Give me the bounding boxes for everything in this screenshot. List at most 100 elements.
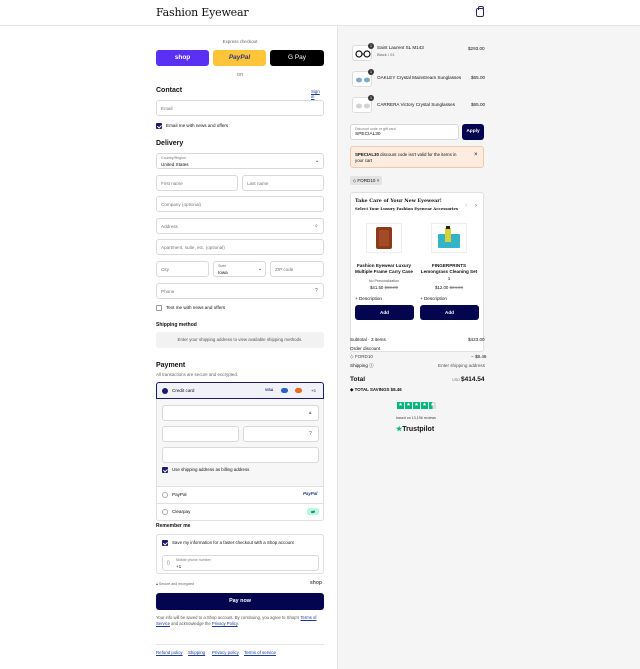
total-value: $414.54 [461, 376, 485, 383]
cart-item-name: Saint Laurent SL M143 [377, 45, 424, 50]
payment-heading: Payment [156, 362, 186, 369]
more-cards-badge: +3 [311, 388, 316, 393]
shop-pay-button[interactable]: shop [156, 50, 209, 66]
cart-item-price: $293.00 [468, 46, 485, 51]
cart-item-price: $65.00 [471, 102, 486, 107]
leather-case-icon [376, 227, 392, 249]
help-icon: ? [315, 288, 318, 294]
next-arrow-icon[interactable]: › [475, 203, 477, 209]
footer-divider [156, 644, 324, 645]
remember-me-box: Save my information for a faster checkou… [156, 534, 324, 574]
email-field[interactable]: Email [156, 100, 324, 116]
radio-unselected [162, 509, 168, 515]
clearpay-option[interactable]: Clearpay ⇄ [156, 504, 324, 521]
apartment-field[interactable]: Apartment, suite, etc. (optional) [156, 239, 324, 255]
save-info-checkbox[interactable] [162, 540, 168, 546]
newsletter-checkbox[interactable] [156, 123, 162, 129]
remember-me-heading: Remember me [156, 523, 191, 529]
tag-icon: ◇ [353, 178, 357, 183]
pay-now-button[interactable]: Pay now [156, 593, 324, 610]
add-button[interactable]: Add [355, 305, 414, 320]
savings-icon: ◆ [350, 387, 354, 392]
prev-arrow-icon[interactable]: ‹ [465, 203, 467, 209]
paypal-option[interactable]: PayPal PayPal [156, 487, 324, 504]
card-form: 🔒︎ ? Use shipping address as billing add… [156, 399, 324, 487]
credit-card-option[interactable]: Credit card VISA +3 [156, 382, 324, 399]
order-summary-panel: 1 Saint Laurent SL M143 Black / 01 $293.… [337, 26, 640, 669]
name-on-card-field[interactable] [162, 447, 319, 463]
apply-button[interactable]: Apply [462, 124, 484, 140]
close-icon[interactable]: × [474, 152, 478, 158]
refund-policy-link[interactable]: Refund policy [156, 650, 183, 655]
text-offers-checkbox[interactable] [156, 305, 162, 311]
legal-text: Your info will be saved to a Shop accoun… [156, 615, 317, 626]
mobile-phone-field[interactable]: ▯ Mobile phone number +1 [162, 555, 319, 571]
state-select[interactable]: State Iowa ⌄ [213, 261, 266, 277]
city-field[interactable]: City [156, 261, 209, 277]
description-toggle[interactable]: + Description [420, 296, 447, 301]
add-button[interactable]: Add [420, 305, 479, 320]
remove-tag-icon[interactable]: × [377, 178, 380, 183]
security-code-field[interactable]: ? [243, 426, 319, 442]
cart-item-name: CARRERA Victory Crystal Sunglasses [377, 102, 456, 107]
discount-amount: − $8.46 [471, 354, 487, 359]
billing-same-checkbox[interactable] [162, 467, 168, 473]
radio-selected [162, 388, 168, 394]
terms-of-service-link[interactable]: Terms of service [244, 650, 276, 655]
product-variant: No Personalization [368, 279, 400, 283]
contact-heading: Contact [156, 87, 183, 94]
shipping-label: Shipping ⓘ [350, 363, 374, 368]
express-checkout-title: Express checkout [222, 39, 258, 44]
first-name-field[interactable]: First name [156, 175, 238, 191]
description-toggle[interactable]: + Description [355, 296, 382, 301]
country-select[interactable]: Country/Region United States ⌄ [156, 153, 324, 169]
applied-discount-tag: ◇ FORD10 × [350, 176, 383, 185]
discount-input[interactable]: Discount code or gift card SPECIAL30 [350, 124, 459, 140]
brand-logo[interactable]: Fashion Eyewear [156, 6, 249, 19]
billing-same-label: Use shipping address as billing address [172, 467, 250, 472]
shopping-bag-icon[interactable] [476, 6, 484, 17]
discount-warning: SPECIAL30 discount code isn't valid for … [350, 146, 484, 168]
shipping-link[interactable]: Shipping [188, 650, 205, 655]
visa-icon: VISA [265, 388, 274, 392]
sign-in-link[interactable]: Sign in [311, 89, 324, 99]
shop-logo: shop [310, 580, 322, 586]
paypal-button[interactable]: PayPal [213, 50, 266, 66]
zip-field[interactable]: ZIP code [270, 261, 324, 277]
help-icon: ? [309, 431, 312, 437]
shipping-value: Enter shipping address [438, 363, 485, 368]
product-image[interactable] [431, 223, 467, 253]
cart-item-variant: Black / 01 [377, 52, 395, 57]
product-price: $12.00 $24.00 [434, 285, 464, 290]
text-offers-label: Text me with news and offers [166, 305, 226, 310]
product-name: Fashion Eyewear Luxury Multiple Frame Ca… [355, 263, 413, 274]
expiration-field[interactable] [162, 426, 239, 442]
secure-note: 🔒︎ Secure and encrypted [156, 582, 195, 586]
address-field[interactable]: Address ⌕ [156, 218, 324, 234]
total-savings: ◆ TOTAL SAVINGS $8.46 [350, 387, 402, 392]
mastercard-icon [295, 388, 302, 393]
product-name: FINGERPRINTS Lemongrass Cleaning Set [420, 263, 478, 274]
card-number-field[interactable]: 🔒︎ [162, 405, 319, 421]
quantity-badge: 1 [368, 69, 374, 75]
discount-code-label: ◇ FORD10 [350, 354, 373, 359]
lock-icon: 🔒︎ [309, 410, 312, 415]
product-price: $41.50 $83.00 [369, 285, 399, 290]
phone-field[interactable]: Phone? [156, 283, 324, 299]
company-field[interactable]: Company (optional) [156, 196, 324, 212]
maestro-icon [281, 388, 288, 393]
chevron-down-icon: ⌄ [258, 266, 263, 272]
radio-unselected [162, 492, 168, 498]
chevron-down-icon: ⌄ [315, 158, 320, 164]
review-count: based on 13,196 reviews [396, 416, 436, 420]
payment-subtitle: All transactions are secure and encrypte… [156, 372, 239, 377]
cart-item-name: OAKLEY Crystal Mainstream Sunglasses [377, 75, 462, 80]
product-image[interactable] [366, 223, 402, 253]
privacy-link[interactable]: Privacy Policy [212, 621, 238, 626]
currency-label: USD [452, 378, 461, 382]
order-discount-label: Order discount [350, 346, 381, 351]
last-name-field[interactable]: Last name [242, 175, 324, 191]
privacy-policy-link[interactable]: Privacy policy [212, 650, 239, 655]
upsell-widget: Take Care of Your New Eyewear! Select Yo… [350, 192, 484, 352]
google-pay-button[interactable]: G Pay [270, 50, 324, 66]
